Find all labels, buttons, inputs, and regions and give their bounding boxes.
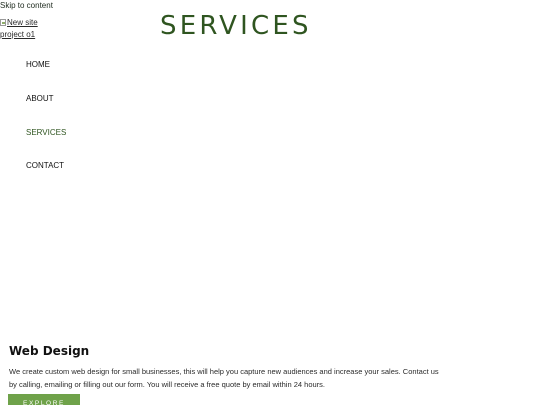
broken-image-icon xyxy=(0,19,6,26)
service-description: We create custom web design for small bu… xyxy=(9,367,439,389)
page: Skip to content New site project o1 SERV… xyxy=(0,0,540,405)
explore-button[interactable]: EXPLORE xyxy=(8,394,80,405)
skip-to-content-link[interactable]: Skip to content xyxy=(0,1,53,11)
nav-item-about[interactable]: ABOUT xyxy=(26,94,54,104)
nav-item-contact[interactable]: CONTACT xyxy=(26,161,64,171)
nav-item-home[interactable]: HOME xyxy=(26,60,50,70)
site-logo-link[interactable]: New site project o1 xyxy=(0,17,44,40)
service-title: Web Design xyxy=(9,344,90,358)
page-title: SERVICES xyxy=(160,11,312,41)
nav-item-services[interactable]: SERVICES xyxy=(26,128,66,138)
